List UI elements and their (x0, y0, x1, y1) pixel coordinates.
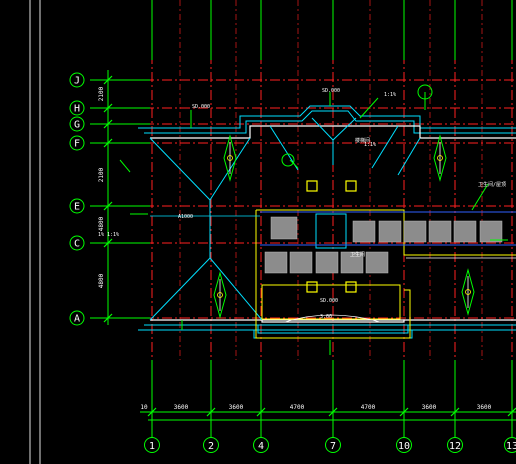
col-axis-label: 10 (398, 441, 410, 452)
bottom-dimension-value: 3600 (229, 404, 244, 411)
bottom-dimension-value: 3600 (422, 404, 437, 411)
col-axis-label: 2 (208, 441, 214, 452)
row-axis-label: J (74, 76, 80, 87)
annotation-right-label: 卫生间/屋顶 (478, 181, 506, 188)
col-axis-label: 1 (149, 441, 155, 452)
annotation-left-side: 1% 1:1% (98, 232, 119, 238)
annotation-stair-label: 楼梯间 (355, 137, 370, 144)
col-axis-label: 12 (449, 441, 461, 452)
annotation-top-roof: SD.000 (322, 88, 340, 94)
cad-roof-plan-drawing: JHGFECA1 2 4 7 10 12 13 21002100480048003600 36… (0, 0, 516, 464)
annotation-bottom-label: SD.000 (320, 298, 338, 304)
annotation-room-center: 卫生间 (350, 251, 365, 258)
annotation-top-right: 1:1% (384, 92, 396, 98)
col-axis-label: 13 (506, 441, 516, 452)
bottom-dimension-value: 3600 (477, 404, 492, 411)
left-dimension-value: 4800 (98, 216, 105, 231)
left-dimension-value: 2100 (98, 167, 105, 182)
roof-equipment-block-4 (428, 220, 452, 243)
roof-equipment-block-3 (403, 220, 427, 243)
row-axis-label: H (74, 104, 80, 115)
roof-equipment-block-2 (378, 220, 402, 243)
row-axis-label: E (74, 202, 80, 213)
col-axis-label: 7 (330, 441, 336, 452)
roof-equipment-block-0 (270, 216, 298, 240)
row-axis-label: C (74, 239, 80, 250)
roof-equipment-block-9 (315, 251, 339, 274)
annotation-gutter-label: SD.000 (192, 104, 210, 110)
roof-equipment-block-7 (264, 251, 288, 274)
bottom-dimension-value: 4700 (290, 404, 305, 411)
left-dimension-value: 2100 (98, 86, 105, 101)
annotation-bottom-center: 3.00 (320, 314, 332, 320)
bottom-dimension-value: 4700 (361, 404, 376, 411)
bottom-dimension-value: 3600 (174, 404, 189, 411)
roof-equipment-block-8 (289, 251, 313, 274)
row-axis-label: F (74, 139, 80, 150)
roof-equipment-block-11 (365, 251, 389, 274)
bottom-small-dimension: 10 (140, 404, 148, 411)
col-axis-label: 4 (258, 441, 264, 452)
left-dimension-value: 4800 (98, 273, 105, 288)
roof-equipment-block-1 (352, 220, 376, 243)
roof-equipment-block-6 (479, 220, 503, 243)
annotation-mid-label: A1000 (178, 214, 193, 220)
row-axis-label: G (74, 120, 80, 131)
roof-equipment-block-5 (453, 220, 477, 243)
row-axis-label: A (74, 314, 80, 325)
